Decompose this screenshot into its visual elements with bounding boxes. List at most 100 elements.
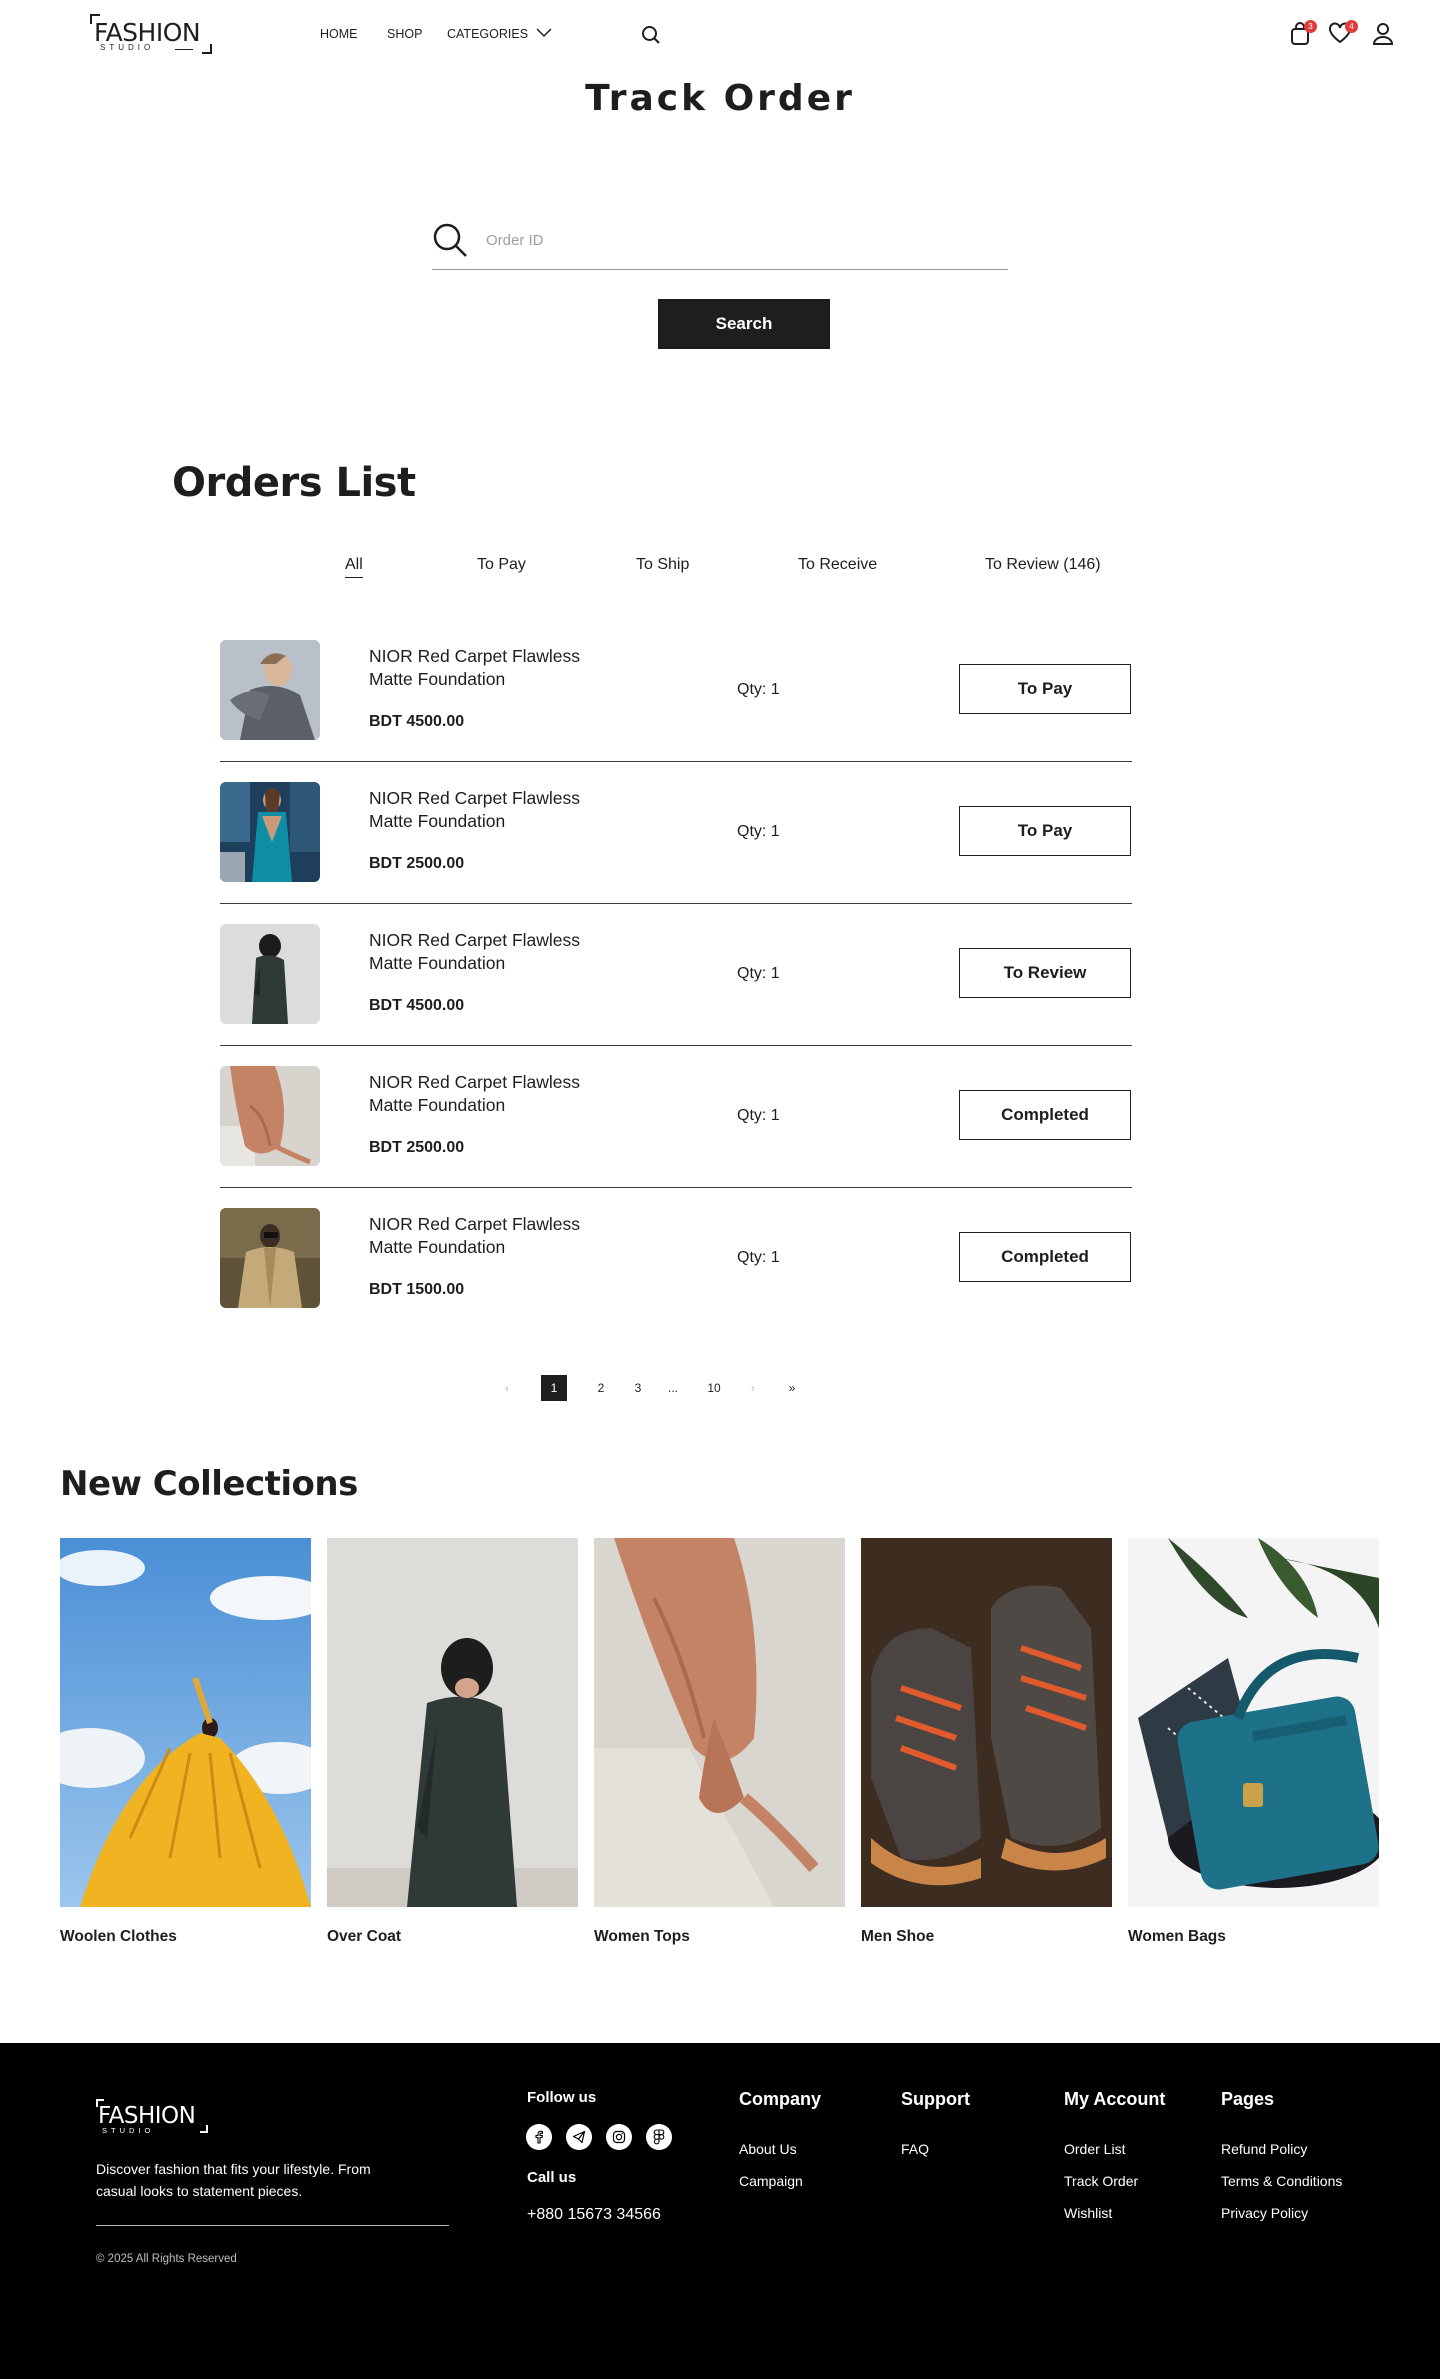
product-name[interactable]: NIOR Red Carpet Flawless Matte Foundatio… [369, 1213, 609, 1259]
order-row: NIOR Red Carpet Flawless Matte Foundatio… [220, 1046, 1132, 1188]
cart-button[interactable]: 3 [1289, 20, 1317, 51]
footer-link-campaign[interactable]: Campaign [739, 2173, 803, 2189]
instagram-link[interactable] [606, 2124, 632, 2150]
account-button[interactable] [1372, 22, 1394, 51]
footer-logo[interactable]: FASHION STUDIO [96, 2099, 208, 2135]
nav-categories[interactable]: CATEGORIES [447, 27, 552, 41]
product-name[interactable]: NIOR Red Carpet Flawless Matte Foundatio… [369, 787, 609, 833]
order-row: NIOR Red Carpet Flawless Matte Foundatio… [220, 620, 1132, 762]
phone-number[interactable]: +880 15673 34566 [527, 2206, 661, 2224]
footer-link-track-order[interactable]: Track Order [1064, 2173, 1138, 2189]
tab-to-ship[interactable]: To Ship [636, 556, 689, 574]
site-logo[interactable]: FASHION STUDIO [90, 14, 212, 54]
footer-link-order-list[interactable]: Order List [1064, 2141, 1125, 2157]
collection-card[interactable]: Women Tops [594, 1538, 845, 1945]
search-button[interactable]: Search [658, 299, 830, 349]
collection-label[interactable]: Woolen Clothes [60, 1928, 177, 1946]
instagram-icon [612, 2130, 626, 2144]
nav-shop[interactable]: SHOP [387, 27, 422, 41]
product-quantity: Qty: 1 [737, 1249, 780, 1266]
footer-link-privacy[interactable]: Privacy Policy [1221, 2205, 1308, 2221]
tab-all[interactable]: All [345, 556, 363, 578]
footer-divider [96, 2225, 449, 2226]
nav-home[interactable]: HOME [320, 27, 358, 41]
page-title: Track Order [585, 78, 855, 119]
order-row: NIOR Red Carpet Flawless Matte Foundatio… [220, 762, 1132, 904]
header-search-button[interactable] [641, 25, 661, 50]
product-name[interactable]: NIOR Red Carpet Flawless Matte Foundatio… [369, 1071, 609, 1117]
logo-subtext: STUDIO [100, 43, 155, 52]
user-icon [1372, 23, 1394, 45]
order-status-button[interactable]: To Pay [959, 664, 1131, 714]
prev-page-button[interactable]: ‹ [500, 1375, 514, 1401]
new-collections-title: New Collections [60, 1464, 358, 1504]
order-status-button[interactable]: Completed [959, 1232, 1131, 1282]
pagination: ‹ 1 2 3 ... 10 › » [0, 1375, 1440, 1401]
collection-image[interactable] [1128, 1538, 1379, 1907]
next-page-button[interactable]: › [746, 1375, 760, 1401]
product-image[interactable] [220, 640, 320, 740]
chevron-down-icon [536, 28, 552, 38]
footer-link-about[interactable]: About Us [739, 2141, 797, 2157]
page-button[interactable]: 10 [704, 1375, 724, 1401]
footer-pages-heading: Pages [1221, 2089, 1275, 2109]
order-status-button[interactable]: Completed [959, 1090, 1131, 1140]
call-us-heading: Call us [527, 2169, 577, 2186]
page-button[interactable]: 3 [631, 1375, 645, 1401]
logo-corner [200, 2125, 208, 2133]
page-button-current[interactable]: 1 [541, 1375, 567, 1401]
page-button[interactable]: 2 [594, 1375, 608, 1401]
telegram-link[interactable] [566, 2124, 592, 2150]
last-page-button[interactable]: » [784, 1375, 800, 1401]
order-status-button[interactable]: To Review [959, 948, 1131, 998]
telegram-icon [572, 2130, 586, 2144]
product-image[interactable] [220, 1066, 320, 1166]
product-image[interactable] [220, 782, 320, 882]
logo-corner [202, 44, 212, 54]
tab-to-pay[interactable]: To Pay [477, 556, 526, 574]
collection-card[interactable]: Woolen Clothes [60, 1538, 311, 1945]
footer-link-faq[interactable]: FAQ [901, 2141, 929, 2157]
collection-card[interactable]: Men Shoe [861, 1538, 1112, 1945]
tab-to-review[interactable]: To Review (146) [985, 556, 1101, 574]
order-search-bar [432, 220, 1008, 270]
footer-account-heading: My Account [1064, 2089, 1166, 2109]
collection-image[interactable] [594, 1538, 845, 1907]
collection-label[interactable]: Women Bags [1128, 1928, 1226, 1946]
product-quantity: Qty: 1 [737, 681, 780, 698]
product-image[interactable] [220, 1208, 320, 1308]
product-price: BDT 2500.00 [369, 1139, 465, 1156]
cart-count-badge: 3 [1304, 20, 1317, 33]
nav-categories-label: CATEGORIES [447, 27, 529, 41]
figma-icon [653, 2129, 665, 2145]
page-ellipsis: ... [667, 1381, 678, 1395]
footer-link-wishlist[interactable]: Wishlist [1064, 2205, 1112, 2221]
footer-logo-subtext: STUDIO [102, 2126, 155, 2135]
footer-link-terms[interactable]: Terms & Conditions [1221, 2173, 1342, 2189]
facebook-icon [535, 2130, 543, 2144]
footer-link-refund[interactable]: Refund Policy [1221, 2141, 1307, 2157]
collection-card[interactable]: Over Coat [327, 1538, 578, 1945]
product-name[interactable]: NIOR Red Carpet Flawless Matte Foundatio… [369, 645, 609, 691]
collection-label[interactable]: Men Shoe [861, 1928, 934, 1946]
site-header: FASHION STUDIO HOME SHOP CATEGORIES 3 4 [0, 0, 1440, 68]
facebook-link[interactable] [526, 2124, 552, 2150]
collection-card[interactable]: Women Bags [1128, 1538, 1379, 1945]
collection-image[interactable] [861, 1538, 1112, 1907]
orders-list-title: Orders List [172, 460, 416, 506]
wishlist-button[interactable]: 4 [1328, 20, 1358, 49]
tab-to-receive[interactable]: To Receive [798, 556, 877, 574]
product-quantity: Qty: 1 [737, 823, 780, 840]
collection-image[interactable] [60, 1538, 311, 1907]
order-status-button[interactable]: To Pay [959, 806, 1131, 856]
collection-image[interactable] [327, 1538, 578, 1907]
site-footer: FASHION STUDIO Discover fashion that fit… [0, 2043, 1440, 2379]
follow-us-heading: Follow us [527, 2089, 597, 2106]
order-id-input[interactable] [486, 226, 986, 254]
figma-link[interactable] [646, 2124, 672, 2150]
product-image[interactable] [220, 924, 320, 1024]
product-name[interactable]: NIOR Red Carpet Flawless Matte Foundatio… [369, 929, 609, 975]
collection-label[interactable]: Over Coat [327, 1928, 401, 1946]
search-icon [433, 223, 467, 257]
collection-label[interactable]: Women Tops [594, 1928, 690, 1946]
